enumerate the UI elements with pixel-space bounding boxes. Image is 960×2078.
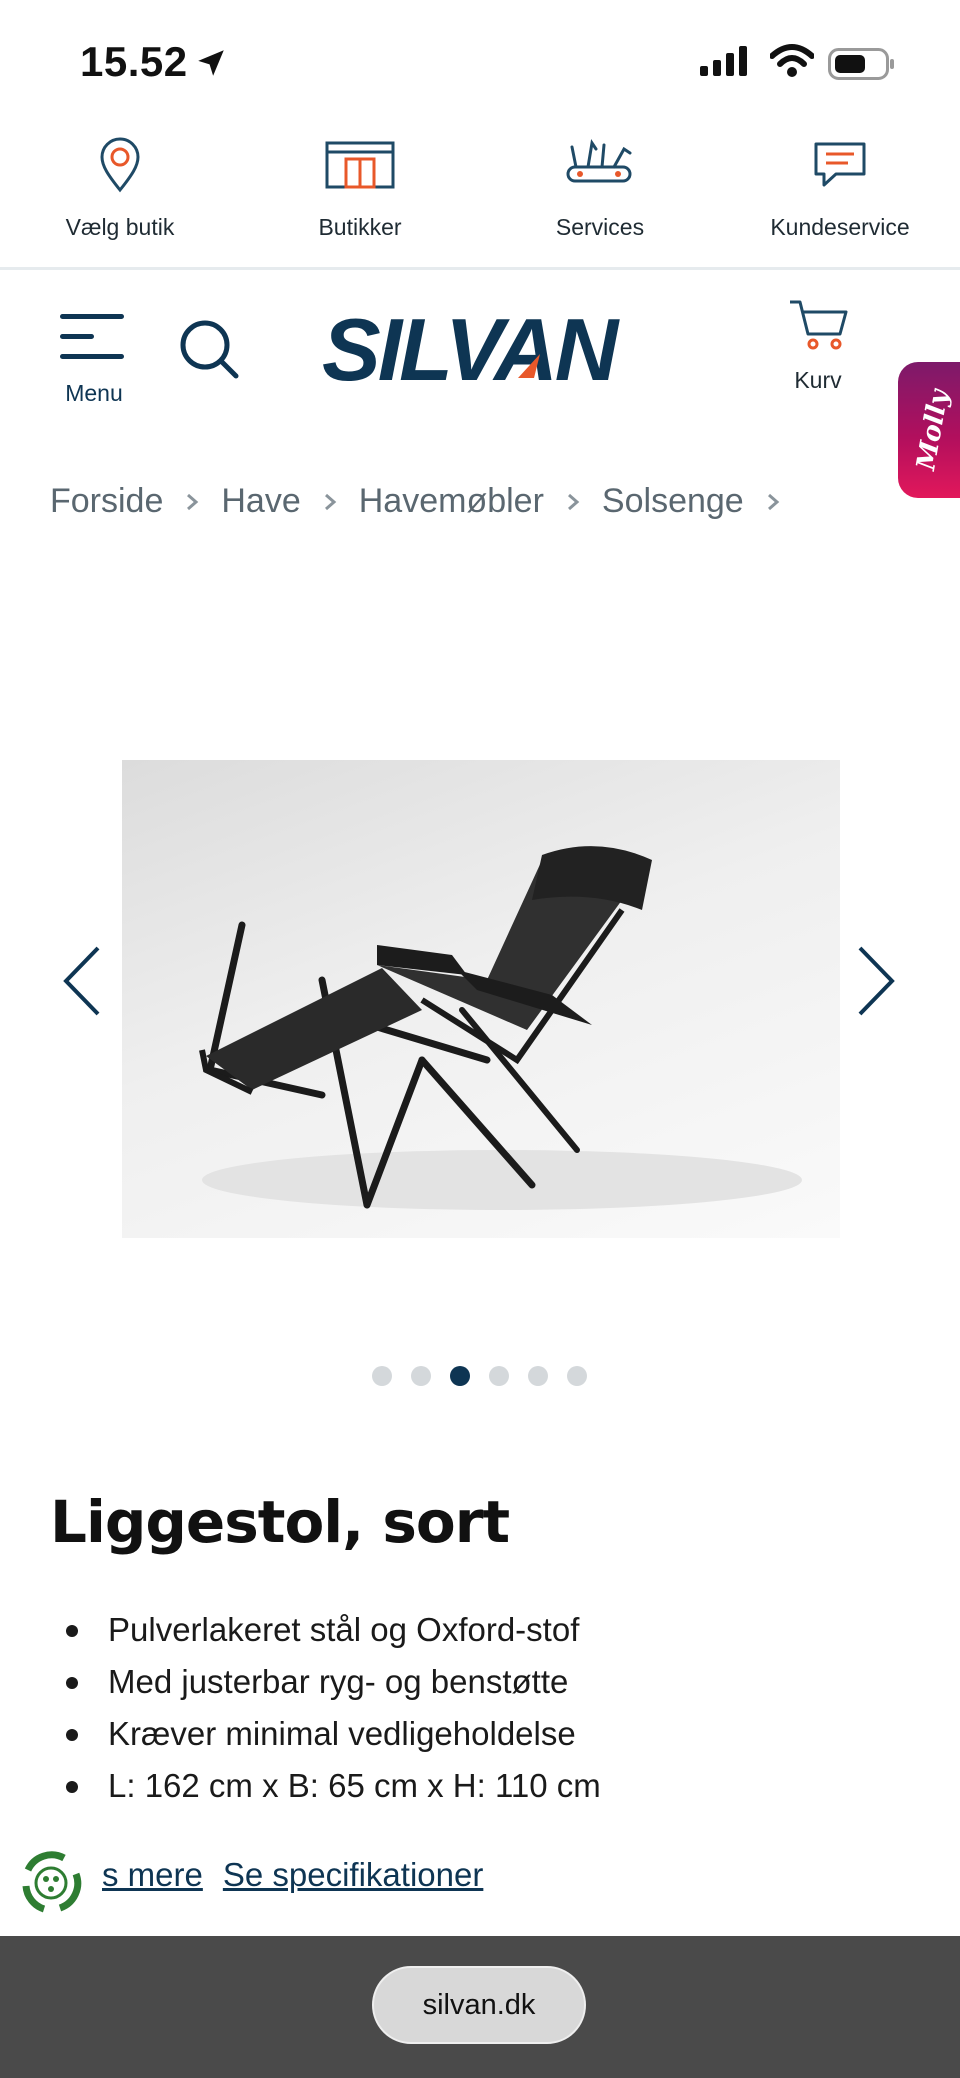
molly-chat-tab[interactable]: Molly xyxy=(898,362,960,498)
main-header: Menu SILVAN Kurv xyxy=(0,290,960,420)
cart-button[interactable]: Kurv xyxy=(780,296,856,394)
search-icon xyxy=(180,320,239,379)
wifi-icon xyxy=(769,44,815,83)
location-arrow-icon xyxy=(194,46,228,85)
read-more-link[interactable]: s mere xyxy=(102,1856,203,1894)
menu-button[interactable]: Menu xyxy=(56,300,132,407)
chevron-right-icon xyxy=(858,946,895,1016)
chevron-left-icon xyxy=(63,946,100,1016)
status-time: 15.52 xyxy=(80,38,188,85)
cart-label: Kurv xyxy=(794,367,842,393)
chat-icon xyxy=(730,130,950,200)
breadcrumb-item-have[interactable]: Have xyxy=(221,482,300,521)
breadcrumb: Forside Have Havemøbler Solsenge xyxy=(50,482,802,521)
product-title: Liggestol, sort xyxy=(50,1488,510,1556)
util-services[interactable]: Services xyxy=(490,130,710,241)
breadcrumb-item-forside[interactable]: Forside xyxy=(50,482,163,521)
feature-list: Pulverlakeret stål og Oxford-stof Med ju… xyxy=(60,1604,601,1812)
chevron-right-icon xyxy=(163,492,221,512)
pagination-dot-active[interactable] xyxy=(450,1366,470,1386)
cart-icon xyxy=(790,300,848,350)
recycle-badge-icon[interactable] xyxy=(16,1848,86,1918)
feature-item: Pulverlakeret stål og Oxford-stof xyxy=(60,1604,601,1656)
util-label: Butikker xyxy=(318,214,402,240)
util-label: Kundeservice xyxy=(770,214,910,240)
util-customer-service[interactable]: Kundeservice xyxy=(730,130,950,241)
gallery-prev-button[interactable] xyxy=(62,944,102,1023)
feature-item: L: 162 cm x B: 65 cm x H: 110 cm xyxy=(60,1760,601,1812)
silvan-logo[interactable]: SILVAN xyxy=(318,300,642,399)
pagination-dot[interactable] xyxy=(489,1366,509,1386)
gallery-next-button[interactable] xyxy=(856,944,896,1023)
logo-text: SILVAN xyxy=(322,308,621,390)
feature-item: Kræver minimal vedligeholdelse xyxy=(60,1708,601,1760)
util-label: Services xyxy=(555,214,645,240)
battery-icon xyxy=(828,48,896,85)
store-icon xyxy=(250,130,470,200)
breadcrumb-item-solsenge[interactable]: Solsenge xyxy=(602,482,744,521)
util-label: Vælg butik xyxy=(65,214,175,240)
breadcrumb-item-havemobler[interactable]: Havemøbler xyxy=(359,482,544,521)
hamburger-icon xyxy=(56,300,132,366)
utility-nav: Vælg butik Butikker Services Kundeservic… xyxy=(0,130,960,270)
pagination-dot[interactable] xyxy=(567,1366,587,1386)
chevron-right-icon xyxy=(544,492,602,512)
browser-bottom-bar: silvan.dk xyxy=(0,1936,960,2078)
tools-icon xyxy=(490,130,710,200)
pagination-dot[interactable] xyxy=(372,1366,392,1386)
feature-item: Med justerbar ryg- og benstøtte xyxy=(60,1656,601,1708)
chevron-right-icon xyxy=(744,492,802,512)
chevron-right-icon xyxy=(301,492,359,512)
menu-label: Menu xyxy=(65,380,123,406)
molly-label: Molly xyxy=(911,387,955,473)
gallery-pagination xyxy=(372,1366,606,1386)
util-choose-store[interactable]: Vælg butik xyxy=(10,130,230,241)
location-pin-icon xyxy=(10,130,230,200)
product-image[interactable] xyxy=(122,760,840,1238)
url-bar[interactable]: silvan.dk xyxy=(372,1966,586,2044)
cellular-signal-icon xyxy=(700,46,750,81)
product-links: s mere Se specifikationer xyxy=(102,1856,503,1894)
search-button[interactable] xyxy=(178,318,242,387)
lounge-chair-illustration xyxy=(199,846,802,1210)
see-specs-link[interactable]: Se specifikationer xyxy=(223,1856,483,1894)
util-stores[interactable]: Butikker xyxy=(250,130,470,241)
pagination-dot[interactable] xyxy=(411,1366,431,1386)
pagination-dot[interactable] xyxy=(528,1366,548,1386)
status-bar: 15.52 xyxy=(0,0,960,120)
